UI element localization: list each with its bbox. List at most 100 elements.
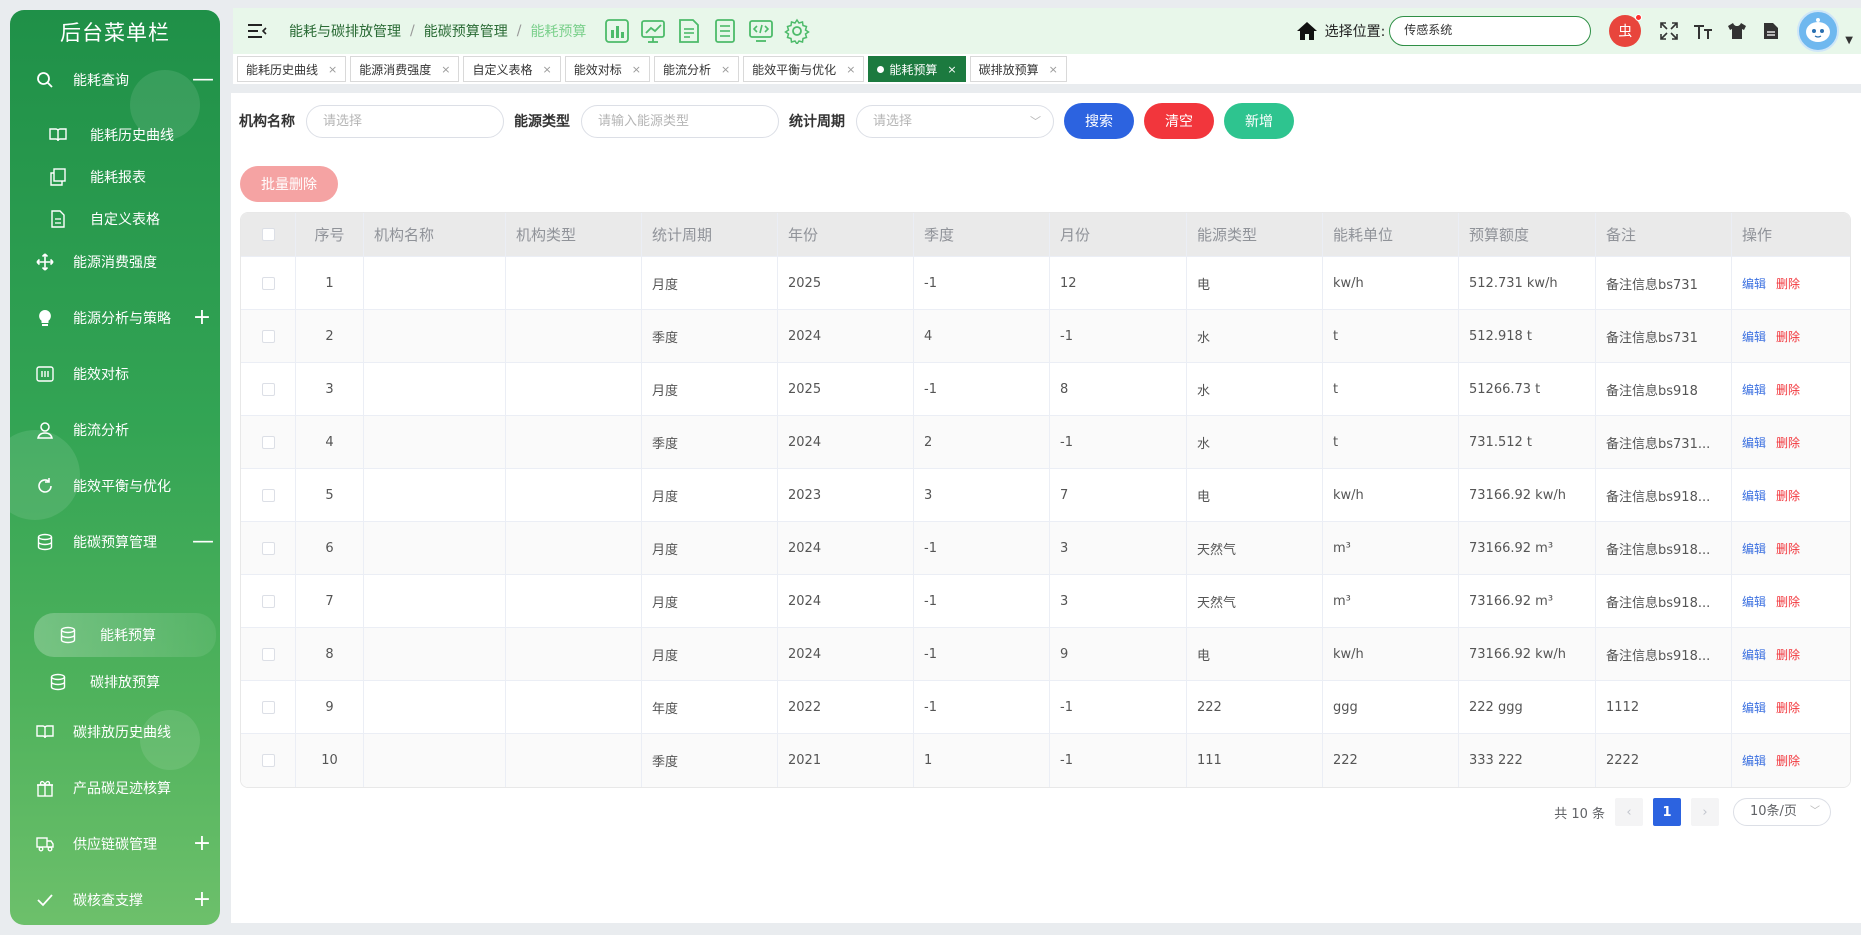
expand-icon[interactable]: +	[192, 833, 212, 855]
tab-energy-intensity[interactable]: 能源消费强度 ×	[350, 56, 460, 82]
line-chart-icon[interactable]	[638, 16, 668, 46]
breadcrumb-item[interactable]: 能耗与碳排放管理	[289, 21, 401, 41]
sidebar-item-energy-history-curve[interactable]: 能耗历史曲线	[10, 113, 220, 157]
sidebar-item-carbon-verification[interactable]: 碳核查支撑 +	[10, 878, 220, 922]
sidebar-item-supply-chain-carbon[interactable]: 供应链碳管理 +	[10, 822, 220, 866]
fullscreen-icon[interactable]	[1657, 19, 1681, 43]
sidebar-item-energy-query[interactable]: 能耗查询 —	[10, 58, 220, 102]
home-icon[interactable]	[1295, 19, 1319, 43]
sidebar-item-product-carbon-footprint[interactable]: 产品碳足迹核算	[10, 766, 220, 810]
delete-link[interactable]: 删除	[1776, 328, 1800, 345]
delete-link[interactable]: 删除	[1776, 275, 1800, 292]
close-icon[interactable]: ×	[328, 63, 337, 76]
tab-efficiency-balance[interactable]: 能效平衡与优化 ×	[743, 56, 865, 82]
delete-link[interactable]: 删除	[1776, 646, 1800, 663]
row-checkbox[interactable]	[261, 382, 275, 396]
sidebar-item-energy-flow-analysis[interactable]: 能流分析	[10, 408, 220, 452]
edit-link[interactable]: 编辑	[1742, 752, 1766, 769]
sidebar-item-energy-intensity[interactable]: 能源消费强度	[10, 240, 220, 284]
chevron-down-icon: ﹀	[1810, 806, 1820, 817]
delete-link[interactable]: 删除	[1776, 487, 1800, 504]
page-number-current[interactable]: 1	[1653, 798, 1681, 826]
row-checkbox[interactable]	[261, 329, 275, 343]
edit-link[interactable]: 编辑	[1742, 487, 1766, 504]
tab-energy-budget[interactable]: 能耗预算 ×	[868, 56, 966, 82]
select-all-checkbox[interactable]	[261, 228, 275, 241]
stat-period-select[interactable]: 请选择 ﹀	[856, 104, 1054, 138]
row-checkbox[interactable]	[261, 276, 275, 290]
page-size-select[interactable]: 10条/页 ﹀	[1733, 798, 1831, 826]
expand-icon[interactable]: +	[192, 307, 212, 329]
settings-icon[interactable]	[782, 16, 812, 46]
edit-link[interactable]: 编辑	[1742, 646, 1766, 663]
theme-shirt-icon[interactable]	[1725, 19, 1749, 43]
menu-fold-icon[interactable]	[247, 20, 269, 42]
delete-link[interactable]: 删除	[1776, 593, 1800, 610]
code-icon[interactable]	[746, 16, 776, 46]
bar-chart-icon[interactable]	[602, 16, 632, 46]
tab-energy-history-curve[interactable]: 能耗历史曲线 ×	[237, 56, 347, 82]
row-checkbox[interactable]	[261, 594, 275, 608]
energy-type-input[interactable]: 请输入能源类型	[581, 104, 779, 138]
collapse-icon[interactable]: —	[192, 531, 214, 553]
delete-link[interactable]: 删除	[1776, 434, 1800, 451]
breadcrumb-item[interactable]: 能碳预算管理	[424, 21, 508, 41]
report-icon[interactable]	[674, 16, 704, 46]
edit-link[interactable]: 编辑	[1742, 699, 1766, 716]
close-icon[interactable]: ×	[542, 63, 551, 76]
close-icon[interactable]: ×	[1049, 63, 1058, 76]
delete-link[interactable]: 删除	[1776, 752, 1800, 769]
row-checkbox[interactable]	[261, 488, 275, 502]
avatar[interactable]	[1797, 10, 1840, 52]
edit-link[interactable]: 编辑	[1742, 593, 1766, 610]
tab-energy-flow-analysis[interactable]: 能流分析 ×	[653, 56, 740, 82]
edit-link[interactable]: 编辑	[1742, 381, 1766, 398]
row-checkbox[interactable]	[261, 700, 275, 714]
expand-icon[interactable]: +	[192, 889, 212, 911]
sidebar-item-efficiency-balance[interactable]: 能效平衡与优化	[10, 464, 220, 508]
delete-link[interactable]: 删除	[1776, 699, 1800, 716]
row-checkbox[interactable]	[261, 435, 275, 449]
delete-link[interactable]: 删除	[1776, 540, 1800, 557]
sidebar-item-energy-report[interactable]: 能耗报表	[10, 155, 220, 199]
sidebar-item-carbon-budget-management[interactable]: 能碳预算管理 —	[10, 520, 220, 564]
font-size-icon[interactable]	[1691, 19, 1715, 43]
location-select[interactable]: 传感系统	[1389, 16, 1592, 46]
tab-custom-table[interactable]: 自定义表格 ×	[463, 56, 561, 82]
tab-carbon-emission-budget[interactable]: 碳排放预算 ×	[969, 56, 1067, 82]
add-button[interactable]: 新增	[1224, 103, 1294, 139]
bulk-delete-button[interactable]: 批量删除	[240, 166, 338, 202]
close-icon[interactable]: ×	[441, 63, 450, 76]
close-icon[interactable]: ×	[632, 63, 641, 76]
edit-link[interactable]: 编辑	[1742, 328, 1766, 345]
close-icon[interactable]: ×	[721, 63, 730, 76]
sidebar-item-energy-analysis-strategy[interactable]: 能源分析与策略 +	[10, 296, 220, 340]
row-checkbox[interactable]	[261, 647, 275, 661]
sidebar-item-efficiency-benchmark[interactable]: 能效对标	[10, 352, 220, 396]
edit-link[interactable]: 编辑	[1742, 540, 1766, 557]
collapse-icon[interactable]: —	[192, 69, 214, 91]
next-page-button[interactable]: ›	[1691, 798, 1719, 826]
close-icon[interactable]: ×	[846, 63, 855, 76]
tab-efficiency-benchmark[interactable]: 能效对标 ×	[564, 56, 650, 82]
sidebar-item-carbon-history-curve[interactable]: 碳排放历史曲线	[10, 710, 220, 754]
row-checkbox[interactable]	[261, 754, 275, 767]
document-icon[interactable]	[1759, 19, 1783, 43]
close-icon[interactable]: ×	[947, 63, 956, 76]
table-cell-year: 2022	[778, 681, 914, 733]
clear-button[interactable]: 清空	[1144, 103, 1214, 139]
sidebar-item-carbon-emission-budget[interactable]: 碳排放预算	[10, 660, 220, 704]
prev-page-button[interactable]: ‹	[1615, 798, 1643, 826]
edit-link[interactable]: 编辑	[1742, 434, 1766, 451]
org-name-select[interactable]: 请选择	[306, 104, 504, 138]
table-doc-icon[interactable]	[710, 16, 740, 46]
search-icon	[35, 70, 55, 90]
bug-report-button[interactable]: 虫	[1609, 14, 1643, 47]
edit-link[interactable]: 编辑	[1742, 275, 1766, 292]
row-checkbox[interactable]	[261, 541, 275, 555]
sidebar-item-energy-budget[interactable]: 能耗预算	[34, 613, 216, 657]
chevron-down-icon[interactable]: ▼	[1845, 35, 1853, 46]
sidebar-item-custom-table[interactable]: 自定义表格	[10, 197, 220, 241]
search-button[interactable]: 搜索	[1064, 103, 1134, 139]
delete-link[interactable]: 删除	[1776, 381, 1800, 398]
